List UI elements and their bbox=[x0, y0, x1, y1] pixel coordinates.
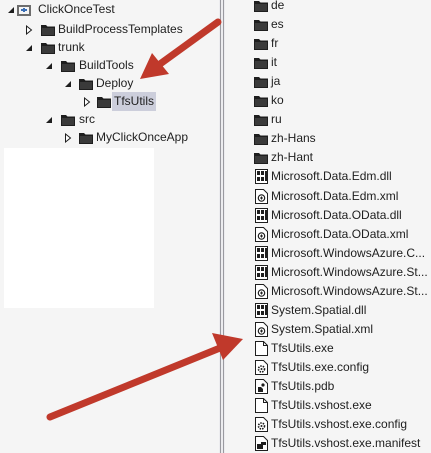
file-name: Microsoft.Data.Edm.xml bbox=[271, 189, 399, 203]
tree-item-label: src bbox=[79, 112, 95, 126]
config-icon bbox=[254, 360, 268, 375]
xml-icon bbox=[254, 227, 268, 242]
tree-item[interactable]: MyClickOnceApp bbox=[0, 128, 219, 147]
dll-icon bbox=[254, 265, 268, 280]
blank-panel bbox=[4, 148, 154, 308]
folder-tree-pane[interactable]: ClickOnceTest BuildProcessTemplates trunk B… bbox=[0, 0, 219, 453]
xml-icon bbox=[254, 189, 268, 204]
file-name: TfsUtils.vshost.exe.manifest bbox=[271, 436, 421, 450]
collapsed-arrow-icon[interactable] bbox=[63, 128, 73, 147]
folder-icon bbox=[254, 150, 268, 165]
file-name: fr bbox=[271, 36, 279, 50]
file-name: ko bbox=[271, 93, 284, 107]
folder-icon bbox=[254, 131, 268, 146]
solution-icon bbox=[16, 2, 32, 17]
folder-icon bbox=[254, 55, 268, 70]
tree-item[interactable]: trunk bbox=[0, 38, 219, 57]
file-name: ru bbox=[271, 112, 282, 126]
file-name: TfsUtils.pdb bbox=[271, 379, 335, 393]
dll-icon bbox=[254, 246, 268, 261]
file-name: Microsoft.WindowsAzure.C... bbox=[271, 246, 426, 260]
config-icon bbox=[254, 417, 268, 432]
tree-item[interactable]: TfsUtils bbox=[0, 92, 219, 111]
manifest-icon bbox=[254, 436, 268, 451]
tree-item-label: TfsUtils bbox=[112, 92, 156, 111]
folder-icon bbox=[78, 76, 94, 91]
file-name: es bbox=[271, 17, 284, 31]
file-name: TfsUtils.vshost.exe bbox=[271, 398, 372, 412]
expanded-arrow-icon[interactable] bbox=[6, 0, 16, 19]
file-icon bbox=[254, 341, 268, 356]
tree-item-label: BuildTools bbox=[79, 58, 134, 72]
file-name: zh-Hans bbox=[271, 131, 316, 145]
collapsed-arrow-icon[interactable] bbox=[82, 92, 92, 111]
folder-icon bbox=[254, 93, 268, 108]
file-name: ja bbox=[271, 74, 281, 88]
folder-icon bbox=[254, 74, 268, 89]
file-name: Microsoft.Data.OData.xml bbox=[271, 227, 409, 241]
dll-icon bbox=[254, 303, 268, 318]
file-name: Microsoft.Data.OData.dll bbox=[271, 208, 402, 222]
folder-icon bbox=[60, 58, 76, 73]
tree-item[interactable]: src bbox=[0, 110, 219, 129]
folder-icon bbox=[78, 130, 94, 145]
tree-item-label: Deploy bbox=[96, 76, 134, 90]
tree-item-label: MyClickOnceApp bbox=[96, 130, 189, 144]
file-name: it bbox=[271, 55, 277, 69]
tree-item[interactable]: Deploy bbox=[0, 74, 219, 93]
folder-icon bbox=[254, 0, 268, 13]
expanded-arrow-icon[interactable] bbox=[24, 38, 34, 57]
xml-icon bbox=[254, 322, 268, 337]
file-name: Microsoft.Data.Edm.dll bbox=[271, 169, 392, 183]
folder-icon bbox=[254, 112, 268, 127]
folder-icon bbox=[254, 17, 268, 32]
splitter-line-left bbox=[220, 0, 221, 453]
file-list-pane[interactable]: de es fr it ja ko ru zh-Hans zh-Hant Microsoft.Da… bbox=[225, 0, 431, 453]
pdb-icon bbox=[254, 379, 268, 394]
file-icon bbox=[254, 398, 268, 413]
tree-item[interactable]: ClickOnceTest bbox=[0, 0, 219, 19]
tree-item-label: trunk bbox=[58, 40, 85, 54]
collapsed-arrow-icon[interactable] bbox=[24, 20, 34, 39]
tree-item-label: ClickOnceTest bbox=[38, 2, 115, 16]
file-name: Microsoft.WindowsAzure.St... bbox=[271, 265, 428, 279]
folder-icon bbox=[60, 112, 76, 127]
file-name: TfsUtils.vshost.exe.config bbox=[271, 417, 408, 431]
file-name: System.Spatial.xml bbox=[271, 322, 374, 336]
folder-icon bbox=[254, 36, 268, 51]
expanded-arrow-icon[interactable] bbox=[63, 74, 73, 93]
file-name: TfsUtils.exe bbox=[271, 341, 334, 355]
dll-icon bbox=[254, 169, 268, 184]
expanded-arrow-icon[interactable] bbox=[44, 110, 54, 129]
folder-icon bbox=[96, 94, 112, 109]
dll-icon bbox=[254, 208, 268, 223]
tree-item[interactable]: BuildProcessTemplates bbox=[0, 20, 219, 39]
file-name: System.Spatial.dll bbox=[271, 303, 367, 317]
file-name: TfsUtils.exe.config bbox=[271, 360, 370, 374]
tree-item-label: BuildProcessTemplates bbox=[58, 22, 183, 36]
splitter-line-right bbox=[223, 0, 224, 453]
tree-item[interactable]: BuildTools bbox=[0, 56, 219, 75]
file-name: de bbox=[271, 0, 285, 12]
file-name: zh-Hant bbox=[271, 150, 314, 164]
file-name: Microsoft.WindowsAzure.St... bbox=[271, 284, 428, 298]
folder-icon bbox=[40, 40, 56, 55]
xml-icon bbox=[254, 284, 268, 299]
folder-icon bbox=[40, 22, 56, 37]
expanded-arrow-icon[interactable] bbox=[44, 56, 54, 75]
